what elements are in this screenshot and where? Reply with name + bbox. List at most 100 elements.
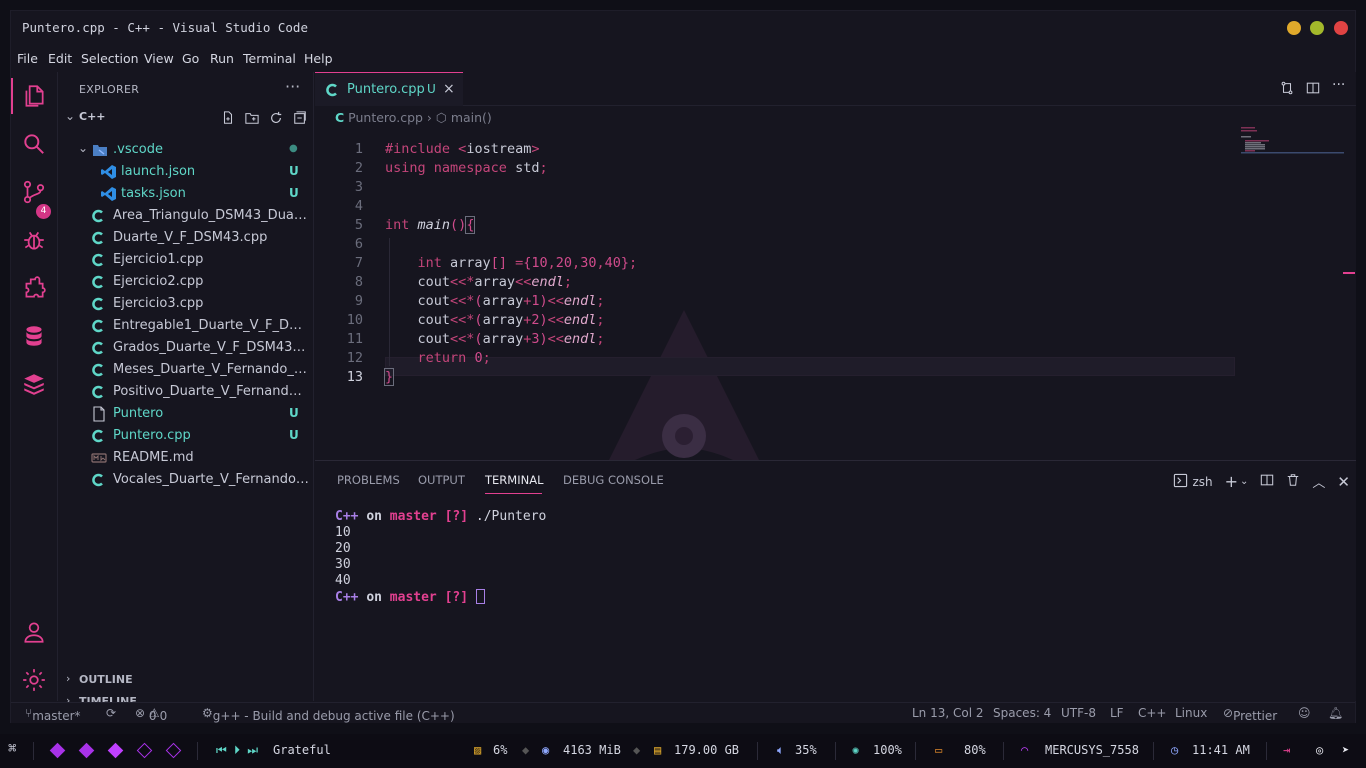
tree-item-cpp[interactable]: Entregable1_Duarte_V_F_DSM43.cpp — [59, 315, 313, 337]
files-icon[interactable] — [19, 81, 49, 111]
menu-run[interactable]: Run — [210, 51, 234, 66]
workspace-2[interactable] — [78, 742, 95, 759]
apple-icon[interactable]: ⌘ — [8, 741, 16, 757]
minimize-button[interactable] — [1287, 21, 1301, 35]
close-button[interactable] — [1334, 21, 1348, 35]
tree-item-cpp[interactable]: Ejercicio1.cpp — [59, 249, 313, 271]
os-status[interactable]: Linux — [1175, 706, 1207, 720]
tree-item-puntero[interactable]: Puntero U — [59, 403, 313, 425]
menu-selection[interactable]: Selection — [81, 51, 139, 66]
trash-icon[interactable] — [1286, 473, 1300, 490]
error-count: 0 — [148, 709, 157, 723]
new-terminal-icon[interactable]: + — [1225, 472, 1238, 491]
new-file-icon[interactable] — [221, 111, 235, 125]
search-icon[interactable] — [19, 129, 49, 159]
shell-name[interactable]: zsh — [1192, 475, 1212, 489]
tree-item-cpp[interactable]: Grados_Duarte_V_F_DSM43.cpp — [59, 337, 313, 359]
problems-status[interactable]: ⊗ 0 ⚠ 0 — [135, 706, 167, 723]
tree-item-cpp[interactable]: Meses_Duarte_V_Fernando_DSM43.cpp — [59, 359, 313, 381]
folder-name: C++ — [79, 110, 106, 123]
menu-edit[interactable]: Edit — [48, 51, 72, 66]
menu-file[interactable]: File — [17, 51, 38, 66]
tree-item-launch-json[interactable]: launch.json U — [59, 161, 313, 183]
tab-output[interactable]: OUTPUT — [418, 473, 465, 487]
logout-icon[interactable]: ⇥ — [1283, 743, 1290, 757]
volume-icon[interactable]: 🔈︎ — [777, 743, 784, 758]
explorer-header: EXPLORER — [79, 83, 140, 96]
open-changes-icon[interactable] — [1280, 81, 1294, 95]
language-mode[interactable]: C++ — [1138, 706, 1167, 720]
prettier-status[interactable]: ⊘ Prettier — [1223, 706, 1277, 723]
minimap[interactable] — [1241, 127, 1344, 167]
collapse-all-icon[interactable] — [293, 111, 307, 125]
divider — [915, 742, 916, 760]
breadcrumb: C Puntero.cpp › ⬡ main() — [335, 110, 492, 125]
settings-icon[interactable] — [19, 665, 49, 695]
tab-problems[interactable]: PROBLEMS — [337, 473, 400, 487]
bell-icon[interactable]: 🔔︎ — [1328, 706, 1343, 720]
media-controls[interactable]: ⏮ ⏵ ⏭ — [216, 743, 258, 758]
split-editor-icon[interactable] — [1306, 81, 1320, 95]
outline-section[interactable]: › OUTLINE — [59, 669, 313, 691]
indentation[interactable]: Spaces: 4 — [993, 706, 1051, 720]
cursor-position[interactable]: Ln 13, Col 2 — [912, 706, 984, 720]
source-control-icon[interactable] — [19, 177, 49, 207]
tree-item-cpp[interactable]: Ejercicio2.cpp — [59, 271, 313, 293]
breadcrumb-symbol[interactable]: main() — [451, 110, 492, 125]
database-icon[interactable] — [19, 321, 49, 351]
menu-go[interactable]: Go — [182, 51, 199, 66]
maximize-button[interactable] — [1310, 21, 1324, 35]
whatsapp-icon[interactable]: ◎ — [1316, 743, 1323, 757]
brightness-icon[interactable]: ✺ — [852, 743, 859, 757]
account-icon[interactable] — [19, 617, 49, 647]
tree-item-puntero-cpp[interactable]: Puntero.cpp U — [59, 425, 313, 447]
terminal-output[interactable]: C++ on master [?] ./Puntero 10 20 30 40 … — [335, 509, 546, 606]
tree-item-tasks-json[interactable]: tasks.json U — [59, 183, 313, 205]
split-terminal-icon[interactable] — [1260, 473, 1274, 490]
folder-root[interactable]: ⌄ C++ — [63, 107, 313, 127]
new-folder-icon[interactable] — [245, 111, 259, 125]
workspace-3[interactable] — [107, 742, 124, 759]
feedback-icon[interactable]: ☺ — [1298, 706, 1311, 720]
chevron-down-icon[interactable]: ⌄ — [1240, 476, 1248, 487]
tab-puntero-cpp[interactable]: Puntero.cpp U × — [315, 72, 463, 106]
workspace-1[interactable] — [49, 742, 66, 759]
close-panel-icon[interactable]: ✕ — [1337, 473, 1350, 491]
encoding[interactable]: UTF-8 — [1061, 706, 1096, 720]
untracked-status: U — [289, 406, 299, 420]
maximize-panel-icon[interactable]: ︿ — [1312, 472, 1325, 491]
extensions-icon[interactable] — [19, 273, 49, 303]
cpp-file-icon — [91, 230, 107, 246]
tree-item-readme[interactable]: README.md — [59, 447, 313, 469]
tree-item-vscode[interactable]: ⌄ .vscode ● — [59, 139, 313, 161]
tree-item-cpp[interactable]: Area_Triangulo_DSM43_Duarte_V_F.cpp — [59, 205, 313, 227]
cpp-file-icon — [91, 340, 107, 356]
tree-item-cpp[interactable]: Ejercicio3.cpp — [59, 293, 313, 315]
branch-status[interactable]: ⑂ master* — [25, 706, 81, 723]
more-actions-icon[interactable]: ··· — [285, 77, 300, 96]
tree-item-cpp[interactable]: Positivo_Duarte_V_Fernando_DSM43.cpp — [59, 381, 313, 403]
close-tab-icon[interactable]: × — [443, 81, 455, 97]
task-status[interactable]: ⚙ g++ - Build and debug active file (C++… — [202, 706, 455, 723]
menu-view[interactable]: View — [144, 51, 174, 66]
tree-item-cpp[interactable]: Vocales_Duarte_V_Fernando_DSM43.cpp — [59, 469, 313, 491]
wifi-icon[interactable]: ◠ — [1021, 743, 1028, 757]
refresh-icon[interactable] — [269, 111, 283, 125]
telegram-icon[interactable]: ➤ — [1342, 743, 1349, 757]
menu-terminal[interactable]: Terminal — [243, 51, 296, 66]
menu-help[interactable]: Help — [304, 51, 333, 66]
tab-debug-console[interactable]: DEBUG CONSOLE — [563, 473, 664, 487]
code-line: cout<<*array<<endl; — [385, 274, 572, 290]
end-of-line[interactable]: LF — [1110, 706, 1124, 720]
breadcrumb-file[interactable]: Puntero.cpp — [348, 110, 423, 125]
tab-terminal[interactable]: TERMINAL — [485, 473, 543, 487]
formatter-name: Prettier — [1233, 709, 1278, 723]
sync-icon[interactable]: ⟳ — [106, 706, 116, 720]
tree-item-cpp[interactable]: Duarte_V_F_DSM43.cpp — [59, 227, 313, 249]
workspace-5[interactable] — [165, 742, 182, 759]
more-actions-icon[interactable]: ··· — [1332, 78, 1346, 95]
workspace-4[interactable] — [136, 742, 153, 759]
stack-icon[interactable] — [19, 369, 49, 399]
debug-icon[interactable] — [19, 225, 49, 255]
line-number: 13 — [346, 369, 363, 385]
